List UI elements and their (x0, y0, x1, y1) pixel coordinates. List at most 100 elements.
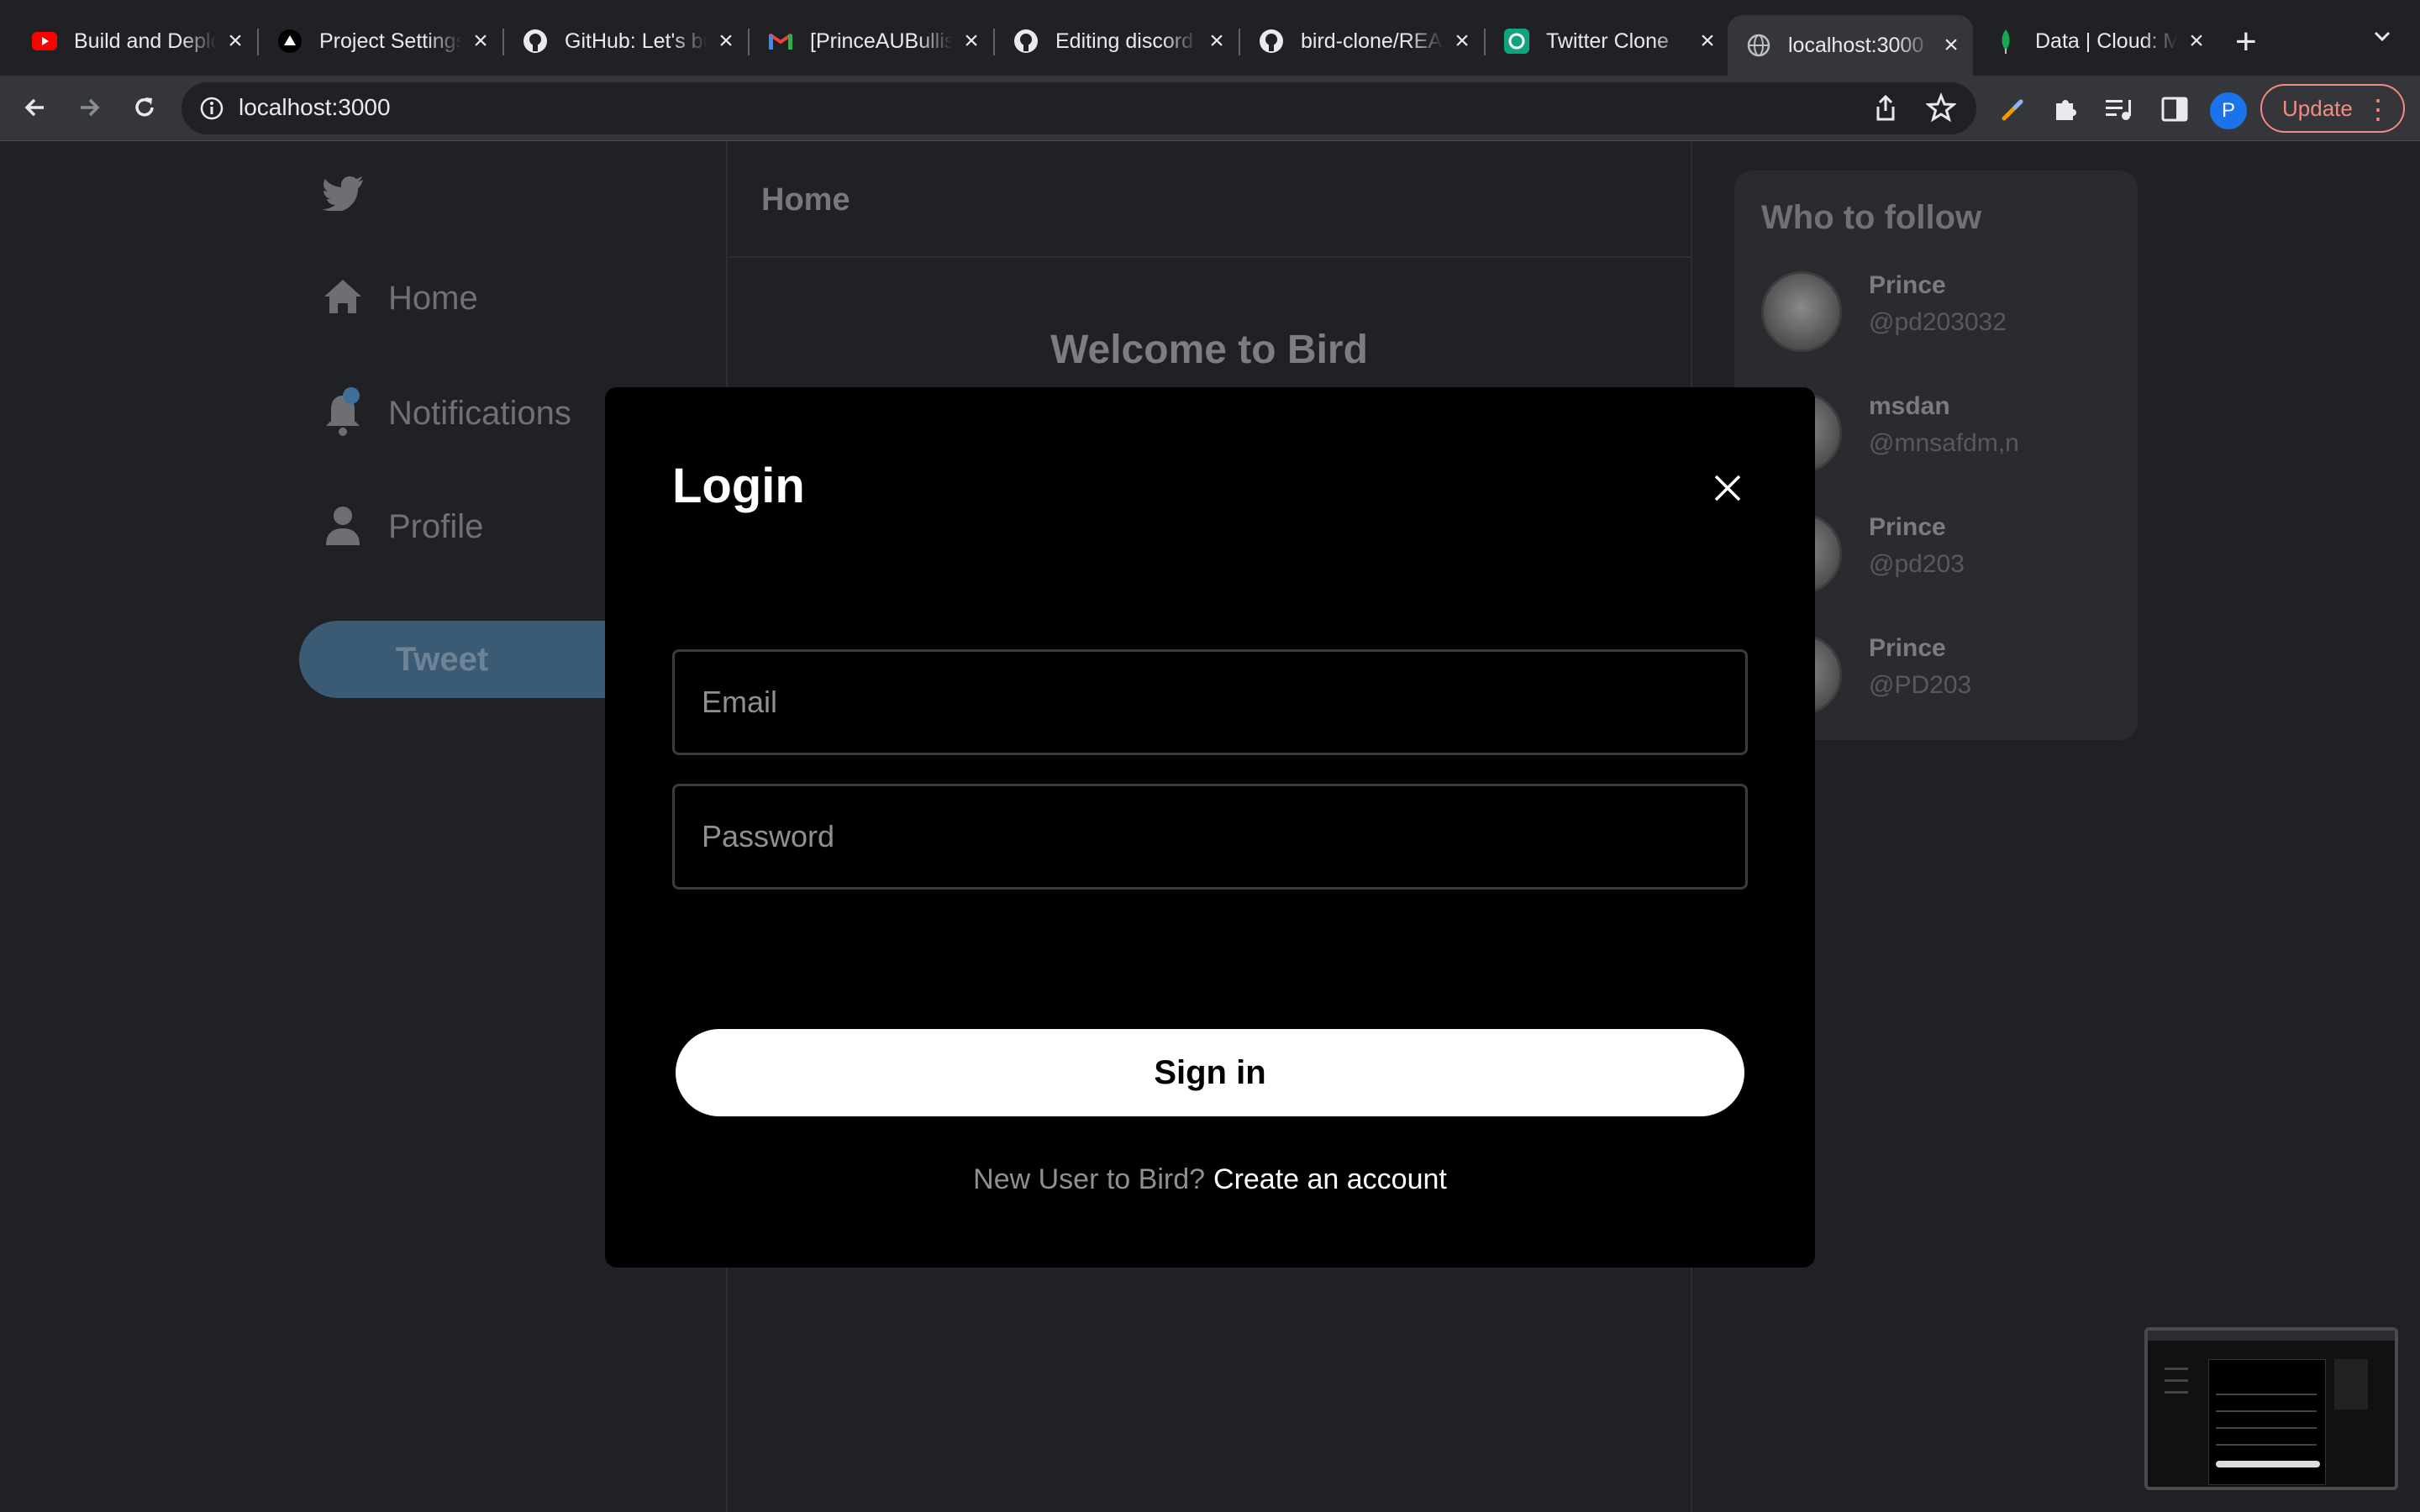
browser-tab[interactable]: GitHub: Let's build × (504, 15, 748, 67)
user-handle: @PD203 (1869, 671, 1972, 699)
update-label: Update (2282, 95, 2353, 121)
youtube-icon (32, 29, 57, 54)
thumbnail-field (2216, 1410, 2317, 1412)
follow-suggestion[interactable]: Prince @pd203032 (1761, 271, 2114, 364)
tab-title: Data | Cloud: MongoDB (2035, 29, 2178, 53)
close-tab-icon[interactable]: × (1452, 29, 1472, 54)
thumbnail-field (2216, 1427, 2317, 1429)
browser-tab[interactable]: [PrinceAUBullish × (750, 15, 993, 67)
tab-title: [PrinceAUBullish (810, 29, 953, 53)
thumbnail-sidebar-line (2165, 1368, 2188, 1370)
more-vert-icon[interactable]: ⋮ (2365, 92, 2391, 126)
twitter-bird-icon[interactable] (323, 176, 365, 215)
url-text: localhost:3000 (239, 94, 391, 120)
thumbnail-right-panel (2334, 1359, 2368, 1410)
close-icon[interactable] (1707, 468, 1748, 508)
update-button[interactable]: Update ⋮ (2260, 84, 2405, 133)
back-arrow-icon[interactable] (17, 89, 54, 126)
profile-avatar[interactable]: P (2210, 92, 2247, 129)
browser-tab-active[interactable]: localhost:3000 × (1728, 15, 1973, 76)
openai-icon (1504, 29, 1529, 54)
side-panel-icon[interactable] (2158, 92, 2191, 126)
user-name: Prince (1869, 634, 1946, 662)
mongodb-leaf-icon (1993, 29, 2018, 54)
chevron-down-icon[interactable] (2371, 25, 2393, 51)
who-to-follow-title: Who to follow (1761, 199, 1982, 236)
thumbnail-button (2216, 1461, 2320, 1467)
browser-tab[interactable]: bird-clone/README × (1240, 15, 1484, 67)
new-tab-plus-icon[interactable]: + (2235, 24, 2257, 60)
forward-arrow-icon[interactable] (71, 89, 108, 126)
close-tab-icon[interactable]: × (225, 29, 245, 54)
tab-title: Project Settings (319, 29, 462, 53)
share-icon[interactable] (1872, 94, 1899, 127)
bell-icon (323, 386, 363, 442)
browser-tab[interactable]: Editing discord × (995, 15, 1239, 67)
media-queue-icon[interactable] (2102, 92, 2136, 126)
user-icon (323, 505, 363, 549)
close-tab-icon[interactable]: × (1207, 29, 1227, 54)
user-name: msdan (1869, 392, 1950, 420)
thumbnail-sidebar-line (2165, 1379, 2188, 1382)
login-modal: Login Sign in New User to Bird?Create an… (605, 387, 1815, 1268)
reload-icon[interactable] (126, 89, 163, 126)
browser-tab[interactable]: Build and Deploy × (13, 15, 257, 67)
close-tab-icon[interactable]: × (2186, 29, 2207, 54)
extensions-puzzle-icon[interactable] (2049, 92, 2082, 126)
vercel-icon (277, 29, 302, 54)
site-info-icon[interactable] (198, 95, 225, 126)
user-name: Prince (1869, 513, 1946, 541)
modal-title: Login (672, 459, 805, 513)
browser-tab-strip: Build and Deploy × Project Settings × Gi… (0, 0, 2420, 76)
bookmark-star-icon[interactable] (1925, 92, 1957, 127)
github-icon (523, 29, 548, 54)
globe-icon (1746, 33, 1771, 58)
avatar (1761, 271, 1842, 352)
sidebar-item-profile[interactable]: Profile (323, 505, 483, 549)
email-field[interactable] (672, 649, 1748, 755)
tab-title: GitHub: Let's build (565, 29, 708, 53)
password-field[interactable] (672, 784, 1748, 890)
tab-title: Twitter Clone (1546, 29, 1669, 53)
gmail-icon (768, 29, 793, 54)
user-handle: @mnsafdm,n (1869, 429, 2019, 457)
address-bar[interactable]: localhost:3000 (182, 82, 1976, 134)
feed-header: Home (728, 142, 1691, 258)
browser-tab[interactable]: Twitter Clone × (1486, 15, 1729, 67)
sidebar-item-label: Notifications (388, 395, 571, 432)
signup-prompt: New User to Bird? Create an account (605, 1163, 1815, 1196)
sign-in-button[interactable]: Sign in (676, 1029, 1744, 1116)
browser-tab[interactable]: Data | Cloud: MongoDB × (1975, 15, 2218, 67)
tab-title: bird-clone/README (1301, 29, 1444, 53)
sidebar-item-home[interactable]: Home (323, 278, 478, 319)
tweet-button[interactable]: Tweet (299, 621, 652, 698)
thumbnail-toolbar (2148, 1331, 2395, 1341)
signup-question: New User to Bird? (973, 1163, 1206, 1195)
github-icon (1013, 29, 1039, 54)
tab-title: Build and Deploy (74, 29, 217, 53)
user-name: Prince (1869, 271, 1946, 299)
close-tab-icon[interactable]: × (961, 29, 981, 54)
browser-toolbar: localhost:3000 P Update ⋮ (0, 76, 2420, 141)
create-account-link[interactable]: Create an account (1213, 1163, 1447, 1195)
bird-app: Home Notifications Profile Tweet Home We… (0, 142, 2420, 1512)
thumbnail-modal (2208, 1359, 2326, 1485)
welcome-heading: Welcome to Bird (1050, 328, 1368, 372)
sidebar-item-label: Home (388, 280, 478, 317)
color-picker-extension-icon[interactable] (1996, 92, 2030, 126)
close-tab-icon[interactable]: × (471, 29, 491, 54)
user-handle: @pd203 (1869, 550, 1965, 578)
github-icon (1259, 29, 1284, 54)
user-handle: @pd203032 (1869, 308, 2007, 336)
tab-title: Editing discord (1055, 29, 1193, 53)
screenshot-thumbnail[interactable] (2144, 1327, 2398, 1490)
close-tab-icon[interactable]: × (1697, 29, 1718, 54)
sidebar-item-notifications[interactable]: Notifications (323, 386, 571, 442)
tab-title: localhost:3000 (1788, 33, 1924, 57)
close-tab-icon[interactable]: × (1941, 33, 1961, 58)
close-tab-icon[interactable]: × (716, 29, 736, 54)
sidebar-item-label: Profile (388, 508, 484, 545)
home-icon (323, 278, 363, 319)
thumbnail-field (2216, 1394, 2317, 1395)
browser-tab[interactable]: Project Settings × (259, 15, 502, 67)
